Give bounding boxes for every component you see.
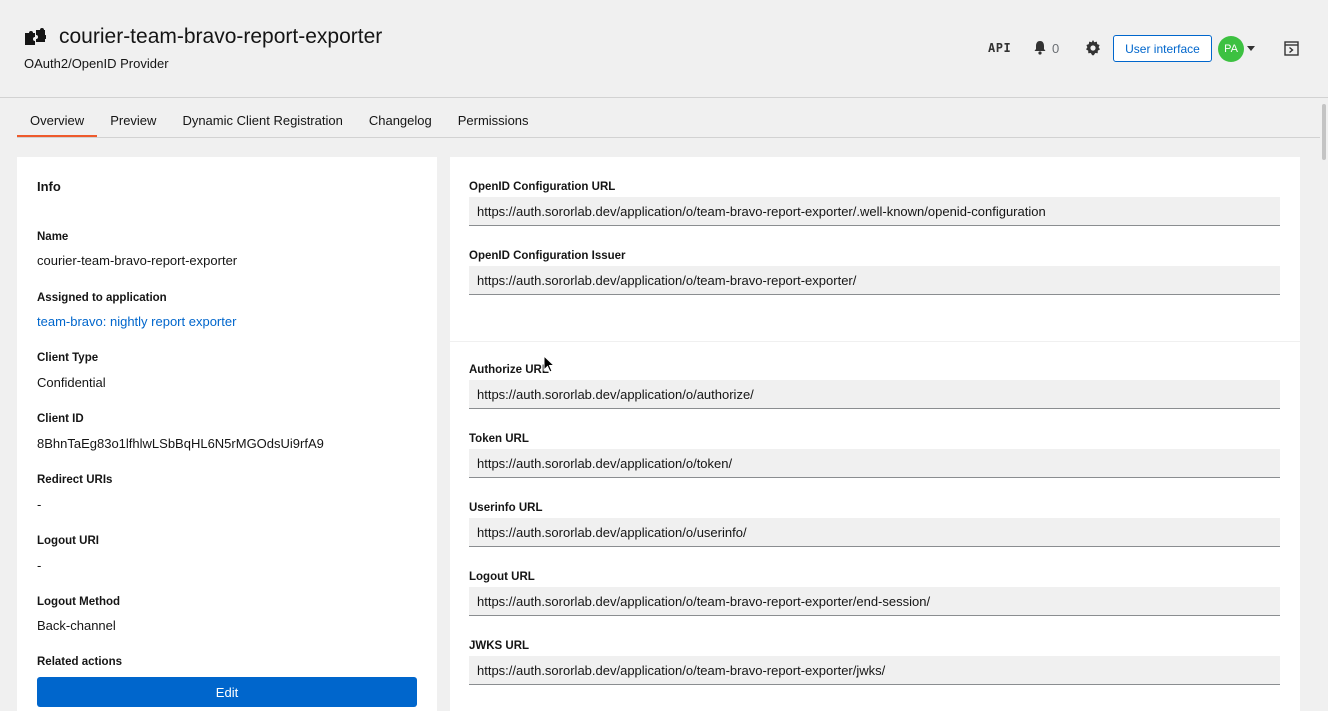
mouse-cursor-icon [543, 355, 555, 373]
openid-config-issuer-field[interactable]: https://auth.sororlab.dev/application/o/… [469, 266, 1280, 295]
jwks-url-label: JWKS URL [469, 640, 530, 652]
tab-changelog[interactable]: Changelog [356, 99, 445, 137]
tab-bar: Overview Preview Dynamic Client Registra… [17, 99, 1320, 138]
logout-method-value: Back-channel [37, 618, 116, 633]
notification-count: 0 [1052, 41, 1060, 56]
logout-url-label: Logout URL [469, 571, 535, 583]
info-title: Info [37, 179, 61, 194]
authorize-url-field[interactable]: https://auth.sororlab.dev/application/o/… [469, 380, 1280, 409]
client-type-value: Confidential [37, 375, 106, 390]
openid-config-card: OpenID Configuration URL https://auth.so… [450, 157, 1300, 341]
gear-icon[interactable] [1085, 40, 1101, 56]
client-id-value: 8BhnTaEg83o1lfhlwLSbBqHL6N5rMGOdsUi9rfA9 [37, 436, 324, 451]
assigned-application-link[interactable]: team-bravo: nightly report exporter [37, 314, 236, 329]
edit-button[interactable]: Edit [37, 677, 417, 707]
bell-icon[interactable] [1033, 40, 1047, 55]
tab-overview[interactable]: Overview [17, 99, 98, 137]
openid-config-url-label: OpenID Configuration URL [469, 181, 616, 193]
related-actions-label: Related actions [37, 656, 122, 668]
logout-url-field[interactable]: https://auth.sororlab.dev/application/o/… [469, 587, 1280, 616]
client-type-label: Client Type [37, 352, 99, 364]
notification-drawer-icon[interactable] [1284, 41, 1299, 56]
scrollbar-track[interactable] [1320, 99, 1328, 711]
tab-permissions[interactable]: Permissions [445, 99, 542, 137]
logout-uri-label: Logout URI [37, 535, 99, 547]
redirect-uris-label: Redirect URIs [37, 474, 113, 486]
client-id-label: Client ID [37, 413, 84, 425]
title-row: courier-team-bravo-report-exporter [24, 25, 382, 49]
page-subtitle: OAuth2/OpenID Provider [24, 56, 169, 71]
api-drawer-button[interactable]: API [988, 41, 1011, 55]
userinfo-url-label: Userinfo URL [469, 502, 543, 514]
logout-method-label: Logout Method [37, 596, 121, 608]
logout-uri-value: - [37, 558, 42, 573]
userinfo-url-field[interactable]: https://auth.sororlab.dev/application/o/… [469, 518, 1280, 547]
chevron-down-icon[interactable] [1247, 46, 1255, 51]
jwks-url-field[interactable]: https://auth.sororlab.dev/application/o/… [469, 656, 1280, 685]
info-card: Info Name courier-team-bravo-report-expo… [17, 157, 437, 711]
scrollbar-thumb[interactable] [1322, 104, 1326, 160]
tab-preview[interactable]: Preview [97, 99, 169, 137]
token-url-label: Token URL [469, 433, 529, 445]
tab-dynamic-client-registration[interactable]: Dynamic Client Registration [169, 99, 355, 137]
user-interface-button[interactable]: User interface [1113, 35, 1212, 62]
token-url-field[interactable]: https://auth.sororlab.dev/application/o/… [469, 449, 1280, 478]
endpoint-urls-card: Authorize URL https://auth.sororlab.dev/… [450, 342, 1300, 711]
redirect-uris-value: - [37, 497, 42, 512]
assigned-application-label: Assigned to application [37, 292, 167, 304]
page-title: courier-team-bravo-report-exporter [59, 25, 383, 48]
name-value: courier-team-bravo-report-exporter [37, 253, 238, 268]
name-label: Name [37, 231, 69, 243]
openid-config-url-field[interactable]: https://auth.sororlab.dev/application/o/… [469, 197, 1280, 226]
puzzle-icon [25, 28, 46, 45]
avatar[interactable]: PA [1218, 36, 1244, 62]
openid-config-issuer-label: OpenID Configuration Issuer [469, 250, 626, 262]
authorize-url-label: Authorize URL [469, 364, 549, 376]
